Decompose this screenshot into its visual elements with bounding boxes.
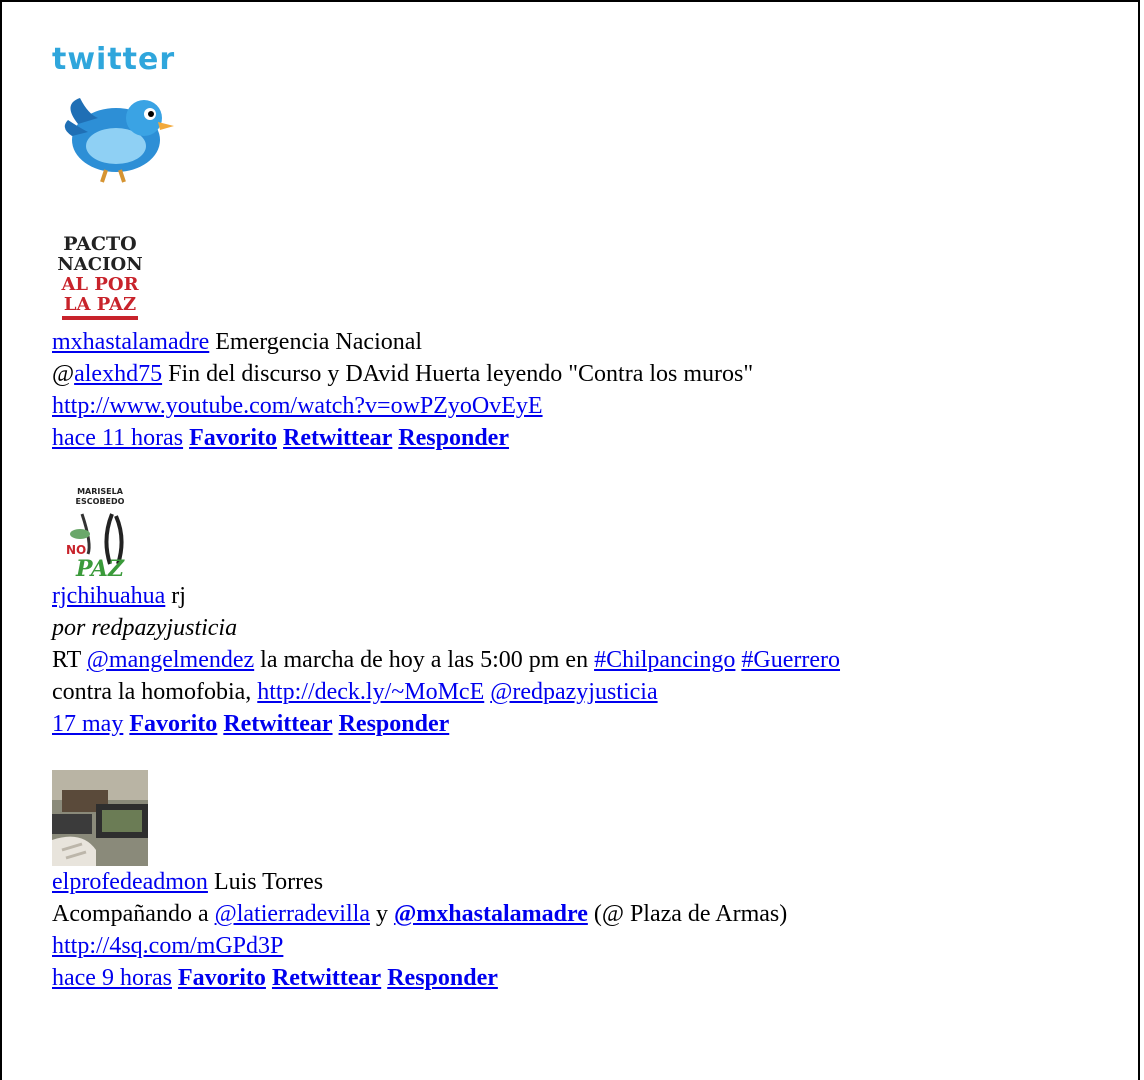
tweet-text: la marcha de hoy a las 5:00 pm en bbox=[254, 647, 595, 673]
pacto-nacional-por-la-paz-avatar: PACTO NACION AL POR LA PAZ bbox=[52, 230, 148, 326]
twitter-logo[interactable]: twitter bbox=[52, 42, 180, 190]
tweet-text: Acompañando a bbox=[52, 901, 215, 927]
user-avatar-link[interactable]: MARISELA ESCOBEDO NO PAZ bbox=[52, 484, 148, 580]
retweet-link[interactable]: Retwittear bbox=[272, 965, 381, 991]
tweet-rt-prefix: RT bbox=[52, 647, 87, 673]
avatar-word-1: PACTO bbox=[63, 233, 136, 255]
tweet-display-name: Luis Torres bbox=[213, 869, 324, 895]
tweet-display-name: Emergencia Nacional bbox=[215, 329, 423, 355]
tweet-text: y bbox=[369, 901, 394, 927]
photo-avatar bbox=[52, 770, 148, 866]
reply-link[interactable]: Responder bbox=[387, 965, 498, 991]
tweet-mention-link[interactable]: @redpazyjusticia bbox=[490, 679, 657, 705]
tweet-text: Fin del discurso y DAvid Huerta leyendo … bbox=[162, 361, 754, 387]
tweet-url-link[interactable]: http://www.youtube.com/watch?v=owPZyoOvE… bbox=[52, 393, 543, 419]
avatar-word-1: MARISELA bbox=[77, 487, 124, 496]
favorite-link[interactable]: Favorito bbox=[129, 711, 217, 737]
avatar-word-4: LA PAZ bbox=[64, 294, 136, 315]
tweet-text: contra la homofobia, bbox=[52, 679, 258, 705]
avatar-word-4: PAZ bbox=[75, 556, 125, 580]
favorite-link[interactable]: Favorito bbox=[178, 965, 266, 991]
user-avatar-link[interactable] bbox=[52, 770, 148, 866]
tweet-timestamp-link[interactable]: 17 may bbox=[52, 711, 123, 737]
tweet-hashtag-link[interactable]: #Chilpancingo bbox=[594, 647, 735, 673]
tweet-mention-link[interactable]: @mxhastalamadre bbox=[394, 901, 588, 927]
tweet-item: » PACTO NACION AL POR LA PAZ mxhastalama… bbox=[52, 230, 1132, 454]
twitter-widget: twitter » PACTO NACION AL POR LA PAZ bbox=[52, 42, 1132, 994]
tweet-display-name: rj bbox=[171, 583, 186, 609]
tweet-url-link[interactable]: http://deck.ly/~MoMcE bbox=[257, 679, 484, 705]
tweet-text: (@ Plaza de Armas) bbox=[587, 901, 788, 927]
user-avatar-link[interactable]: PACTO NACION AL POR LA PAZ bbox=[52, 230, 148, 326]
tweet-via: por redpazyjusticia bbox=[52, 615, 238, 641]
tweet-username-link[interactable]: rjchihuahua bbox=[52, 583, 165, 609]
reply-link[interactable]: Responder bbox=[398, 425, 509, 451]
tweet-url-link[interactable]: http://4sq.com/mGPd3P bbox=[52, 933, 283, 959]
twitter-wordmark: twitter bbox=[52, 42, 176, 77]
avatar-word-2: ESCOBEDO bbox=[76, 497, 125, 506]
tweet-mention-link[interactable]: @latierradevilla bbox=[215, 901, 370, 927]
avatar-word-2: NACION bbox=[57, 254, 142, 275]
svg-text:PACTO: PACTO bbox=[63, 233, 136, 255]
tweet-hashtag-link[interactable]: #Guerrero bbox=[741, 647, 840, 673]
tweet-username-link[interactable]: mxhastalamadre bbox=[52, 329, 209, 355]
reply-link[interactable]: Responder bbox=[339, 711, 450, 737]
tweet-at-symbol: @ bbox=[52, 361, 75, 387]
tweet-item: MARISELA ESCOBEDO NO PAZ rjchihuahua rj … bbox=[52, 484, 1132, 740]
avatar-word-3: AL POR bbox=[60, 274, 139, 295]
tweet-username-link[interactable]: elprofedeadmon bbox=[52, 869, 208, 895]
tweet-mention-link[interactable]: @mangelmendez bbox=[87, 647, 254, 673]
retweet-link[interactable]: Retwittear bbox=[223, 711, 332, 737]
tweet-timestamp-link[interactable]: hace 9 horas bbox=[52, 965, 172, 991]
bird-icon bbox=[64, 98, 174, 183]
favorite-link[interactable]: Favorito bbox=[189, 425, 277, 451]
avatar-word-3: NO bbox=[66, 543, 86, 557]
tweet-timestamp-link[interactable]: hace 11 horas bbox=[52, 425, 183, 451]
retweet-link[interactable]: Retwittear bbox=[283, 425, 392, 451]
tweet-item: elprofedeadmon Luis Torres Acompañando a… bbox=[52, 770, 1132, 994]
marisela-escobedo-paz-avatar: MARISELA ESCOBEDO NO PAZ bbox=[52, 484, 148, 580]
tweet-mention-link[interactable]: alexhd75 bbox=[74, 361, 162, 387]
